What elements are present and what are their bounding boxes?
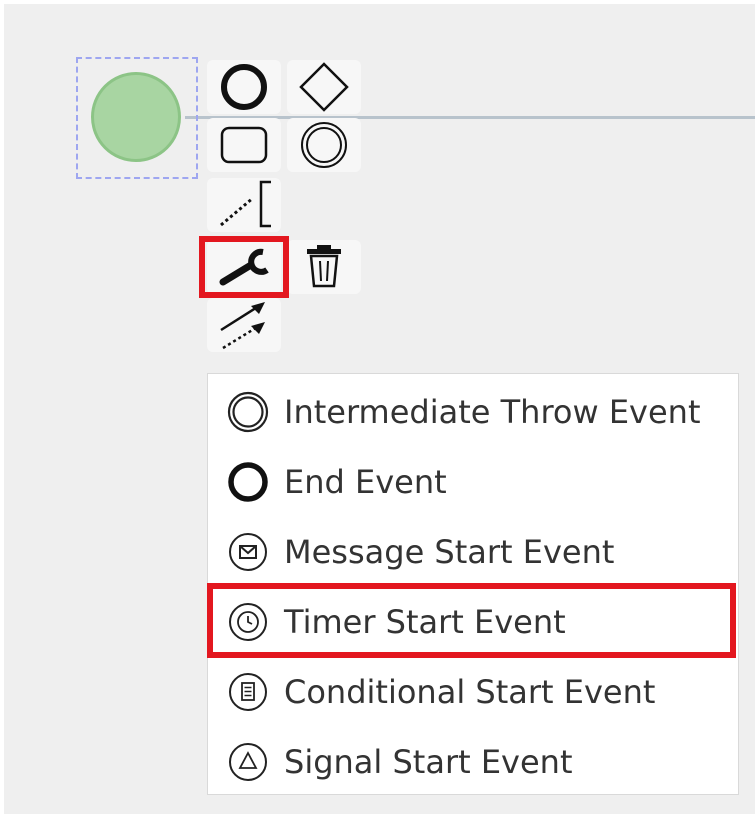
diamond-icon (297, 60, 351, 114)
bold-circle-icon (223, 457, 273, 507)
rounded-rect-icon (217, 118, 271, 172)
append-end-event-button[interactable] (207, 60, 281, 114)
menu-item-label: Conditional Start Event (284, 673, 655, 711)
menu-item-message-start-event[interactable]: Message Start Event (208, 517, 738, 587)
menu-item-intermediate-throw-event[interactable]: Intermediate Throw Event (208, 377, 738, 447)
wrench-highlight-box (199, 236, 289, 298)
double-circle-icon (223, 387, 273, 437)
menu-item-conditional-start-event[interactable]: Conditional Start Event (208, 657, 738, 727)
envelope-circle-icon (223, 527, 273, 577)
append-text-annotation-button[interactable] (207, 178, 281, 232)
connect-arrows-icon (207, 298, 281, 352)
delete-button[interactable] (287, 240, 361, 294)
annotation-icon (207, 178, 281, 232)
bold-circle-icon (217, 60, 271, 114)
menu-item-end-event[interactable]: End Event (208, 447, 738, 517)
list-circle-icon (223, 667, 273, 717)
trash-icon (287, 240, 361, 294)
double-circle-icon (297, 118, 351, 172)
append-task-button[interactable] (207, 118, 281, 172)
selection-outline (76, 57, 198, 179)
append-gateway-button[interactable] (287, 60, 361, 114)
menu-item-label: Message Start Event (284, 533, 614, 571)
connect-button[interactable] (207, 298, 281, 352)
menu-item-label: Intermediate Throw Event (284, 393, 701, 431)
timer-highlight-box (207, 583, 736, 658)
append-intermediate-event-button[interactable] (287, 118, 361, 172)
triangle-circle-icon (223, 737, 273, 787)
menu-item-label: End Event (284, 463, 447, 501)
menu-item-signal-start-event[interactable]: Signal Start Event (208, 727, 738, 797)
menu-item-label: Signal Start Event (284, 743, 572, 781)
